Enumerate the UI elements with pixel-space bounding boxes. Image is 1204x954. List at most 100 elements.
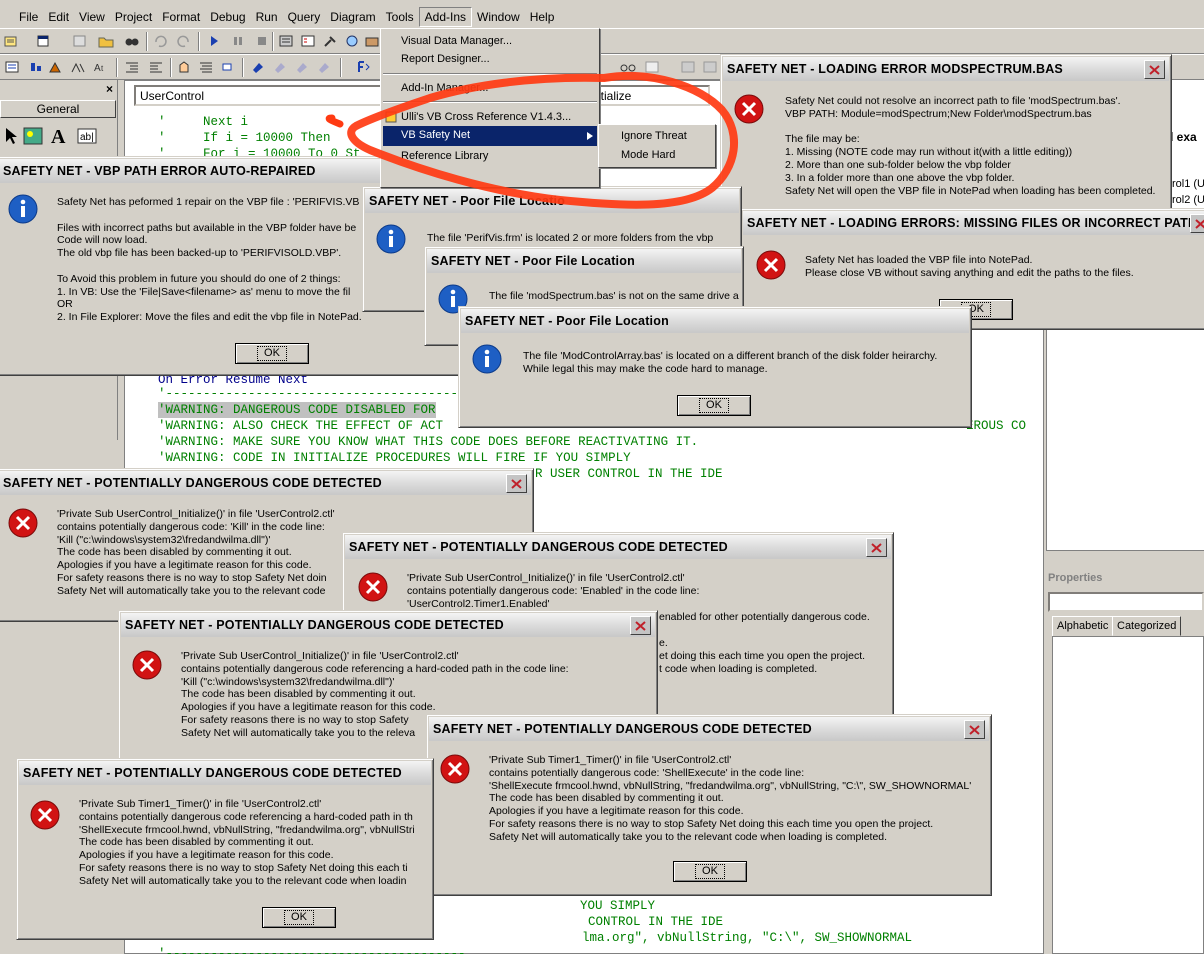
label-tool-icon[interactable]: A: [48, 125, 70, 147]
close-button[interactable]: [866, 538, 887, 557]
error-icon: [734, 94, 764, 124]
error-icon: [132, 650, 162, 680]
prev-bookmark-icon[interactable]: [294, 60, 310, 74]
function-icon[interactable]: [356, 60, 372, 74]
parameter-info-icon[interactable]: [70, 60, 86, 74]
pane-scrollbar[interactable]: [1046, 550, 1204, 564]
menu-add-ins[interactable]: Add-Ins: [418, 7, 473, 27]
redo-icon[interactable]: [176, 34, 192, 48]
properties-title: Properties: [1048, 572, 1103, 584]
close-button[interactable]: [1190, 214, 1204, 233]
uncomment-block-icon[interactable]: [220, 60, 236, 74]
complete-word-icon[interactable]: At: [94, 60, 110, 74]
menu-item-cross-reference[interactable]: Ulli's VB Cross Reference V1.4.3...: [401, 111, 571, 123]
toolbar-grid2-icon[interactable]: [702, 60, 718, 74]
close-button[interactable]: [630, 616, 651, 635]
next-bookmark-icon[interactable]: [272, 60, 288, 74]
bookmark-icon[interactable]: [250, 60, 266, 74]
menu-file[interactable]: File: [14, 8, 43, 26]
clear-bookmarks-icon[interactable]: [316, 60, 332, 74]
tab-alphabetic[interactable]: Alphabetic: [1052, 616, 1114, 636]
menu-item-visual-data-manager[interactable]: Visual Data Manager...: [401, 35, 512, 47]
menu-editor-icon[interactable]: [72, 34, 88, 48]
menu-debug[interactable]: Debug: [205, 8, 250, 26]
ok-button[interactable]: OK: [673, 861, 747, 882]
close-icon: [1195, 218, 1204, 229]
pointer-icon[interactable]: [0, 125, 22, 147]
poor-file-location-dialog: SAFETY NET - Poor File Location The file…: [458, 306, 972, 428]
dialog-message-fragment: enabled for other potentially dangerous …: [659, 611, 870, 623]
project-tree-item[interactable]: rol1 (U: [1172, 178, 1204, 190]
menu-project[interactable]: Project: [110, 8, 157, 26]
comment-block-icon[interactable]: [198, 60, 214, 74]
undo-icon[interactable]: [152, 34, 168, 48]
view-icon[interactable]: [644, 60, 660, 74]
dialog-message: The file 'PerifVis.frm' is located 2 or …: [427, 232, 714, 244]
svg-text:A: A: [51, 126, 66, 147]
toolbox-tab-general[interactable]: General: [0, 100, 116, 118]
menu-run[interactable]: Run: [251, 8, 283, 26]
menu-item-vb-safety-net[interactable]: VB Safety Net: [383, 126, 597, 146]
stop-icon[interactable]: [254, 34, 270, 48]
picturebox-icon[interactable]: [22, 125, 44, 147]
list-constants-icon[interactable]: [28, 60, 44, 74]
menu-item-ignore-threat[interactable]: Ignore Threat: [621, 130, 687, 142]
properties-list[interactable]: [1052, 636, 1204, 954]
toggle-breakpoint-icon[interactable]: [176, 60, 192, 74]
close-button[interactable]: [506, 474, 527, 493]
ok-button[interactable]: OK: [235, 343, 309, 364]
run-icon[interactable]: [206, 34, 222, 48]
add-form-icon[interactable]: [36, 34, 52, 48]
tools-icon[interactable]: [322, 34, 338, 48]
menu-query[interactable]: Query: [283, 8, 326, 26]
code-line: ' Next i: [158, 115, 249, 129]
svg-text:ab|: ab|: [80, 132, 94, 143]
menu-tools[interactable]: Tools: [381, 8, 419, 26]
object-browser-icon[interactable]: [344, 34, 360, 48]
tab-categorized[interactable]: Categorized: [1112, 616, 1182, 636]
find-icon[interactable]: [124, 34, 140, 48]
close-button[interactable]: [1144, 60, 1165, 79]
dialog-title: SAFETY NET - POTENTIALLY DANGEROUS CODE …: [19, 761, 431, 785]
error-icon: [756, 250, 786, 280]
menu-item-mode-hard[interactable]: Mode Hard: [621, 149, 675, 161]
menu-item-reference-library[interactable]: Reference Library: [401, 150, 488, 162]
procedure-dropdown[interactable]: itialize: [590, 85, 710, 106]
menu-view[interactable]: View: [74, 8, 110, 26]
menu-bar: File Edit View Project Format Debug Run …: [0, 6, 1204, 28]
menu-help[interactable]: Help: [525, 8, 560, 26]
close-button[interactable]: [964, 720, 985, 739]
toolbox-close-icon[interactable]: ×: [106, 82, 113, 96]
toolbar-separator: [170, 58, 172, 77]
ok-button[interactable]: OK: [262, 907, 336, 928]
object-dropdown[interactable]: UserControl: [134, 85, 384, 106]
list-properties-icon[interactable]: [4, 60, 20, 74]
dialog-title: SAFETY NET - Poor File Location: [461, 309, 969, 333]
properties-object-dropdown[interactable]: [1048, 592, 1204, 612]
indent-icon[interactable]: [124, 60, 140, 74]
glasses-icon[interactable]: [620, 60, 636, 74]
open-project-icon[interactable]: [98, 34, 114, 48]
outdent-icon[interactable]: [148, 60, 164, 74]
dialog-title: SAFETY NET - POTENTIALLY DANGEROUS CODE …: [429, 717, 989, 741]
toolbox-icon[interactable]: [364, 34, 380, 48]
textbox-tool-icon[interactable]: ab|: [76, 125, 98, 147]
error-icon: [8, 508, 38, 538]
menu-item-add-in-manager[interactable]: Add-In Manager...: [401, 82, 488, 94]
ok-button[interactable]: OK: [677, 395, 751, 416]
menu-diagram[interactable]: Diagram: [325, 8, 380, 26]
add-project-icon[interactable]: [4, 34, 20, 48]
project-explorer-icon[interactable]: [278, 34, 294, 48]
properties-window-icon[interactable]: [300, 34, 316, 48]
vb6-ide-screenshot: File Edit View Project Format Debug Run …: [0, 0, 1204, 954]
menu-window[interactable]: Window: [472, 8, 525, 26]
code-line: 'WARNING: CODE IN INITIALIZE PROCEDURES …: [158, 451, 631, 465]
toolbar-grid-icon[interactable]: [680, 60, 696, 74]
menu-format[interactable]: Format: [157, 8, 205, 26]
project-tree-item[interactable]: rol2 (U: [1172, 194, 1204, 206]
toolbar-separator: [116, 58, 118, 77]
menu-edit[interactable]: Edit: [43, 8, 74, 26]
pause-icon[interactable]: [230, 34, 246, 48]
quick-info-icon[interactable]: [48, 60, 64, 74]
menu-item-report-designer[interactable]: Report Designer...: [401, 53, 490, 65]
